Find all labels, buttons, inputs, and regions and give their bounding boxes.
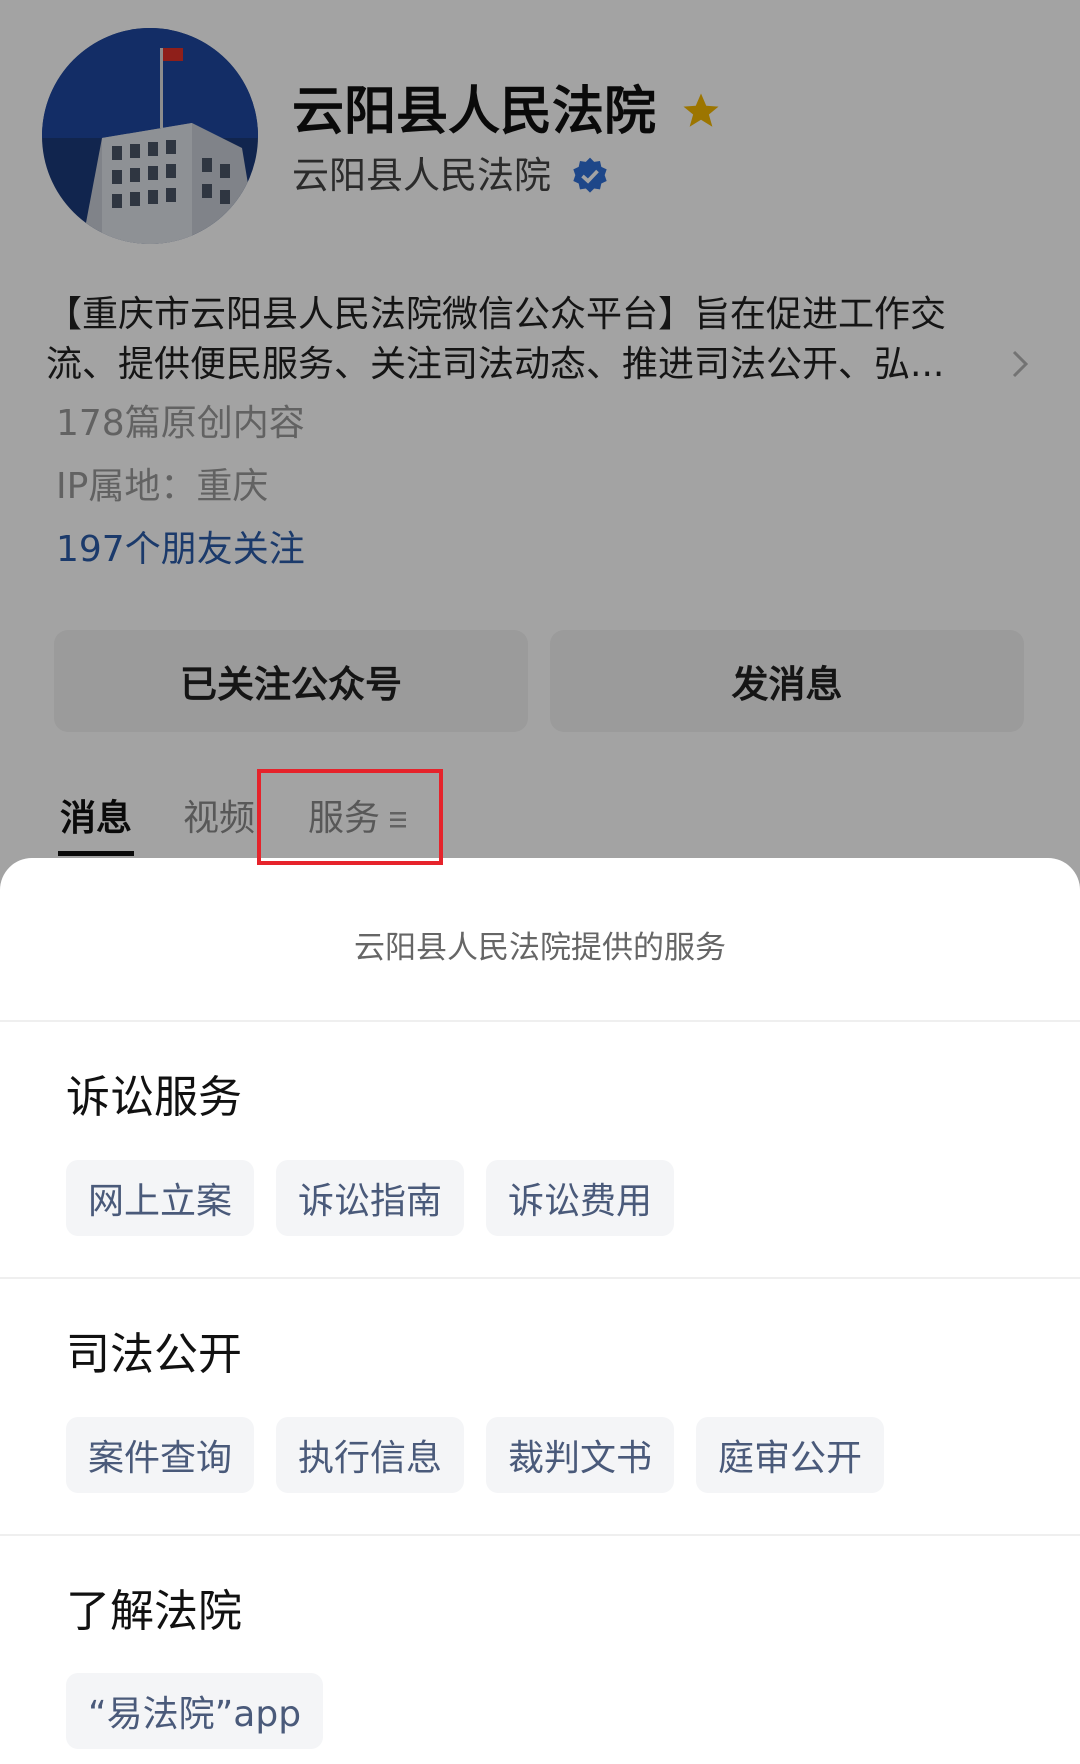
- highlight-annotation-box: [257, 769, 443, 865]
- section-title-about-court: 了解法院: [66, 1586, 242, 1637]
- service-trial-openness[interactable]: 庭审公开: [696, 1417, 885, 1493]
- service-litigation-fees[interactable]: 诉讼费用: [486, 1160, 675, 1236]
- service-litigation-guide[interactable]: 诉讼指南: [276, 1160, 465, 1236]
- service-case-query[interactable]: 案件查询: [66, 1417, 255, 1493]
- section-title-judicial-openness: 司法公开: [66, 1329, 242, 1380]
- divider: [0, 1020, 1080, 1022]
- divider: [0, 1277, 1080, 1279]
- service-judgment-documents[interactable]: 裁判文书: [486, 1417, 675, 1493]
- service-yi-fayuan-app[interactable]: “易法院”app: [66, 1673, 324, 1749]
- service-online-filing[interactable]: 网上立案: [66, 1160, 255, 1236]
- services-bottom-sheet: 云阳县人民法院提供的服务 诉讼服务 网上立案 诉讼指南 诉讼费用 司法公开 案件…: [0, 858, 1080, 1764]
- service-enforcement-info[interactable]: 执行信息: [276, 1417, 465, 1493]
- sheet-title: 云阳县人民法院提供的服务: [354, 930, 726, 966]
- section-title-litigation: 诉讼服务: [66, 1072, 242, 1123]
- about-court-list: “易法院”app: [66, 1673, 324, 1749]
- litigation-services-list: 网上立案 诉讼指南 诉讼费用: [66, 1160, 675, 1236]
- judicial-openness-list: 案件查询 执行信息 裁判文书 庭审公开: [66, 1417, 885, 1493]
- divider: [0, 1534, 1080, 1536]
